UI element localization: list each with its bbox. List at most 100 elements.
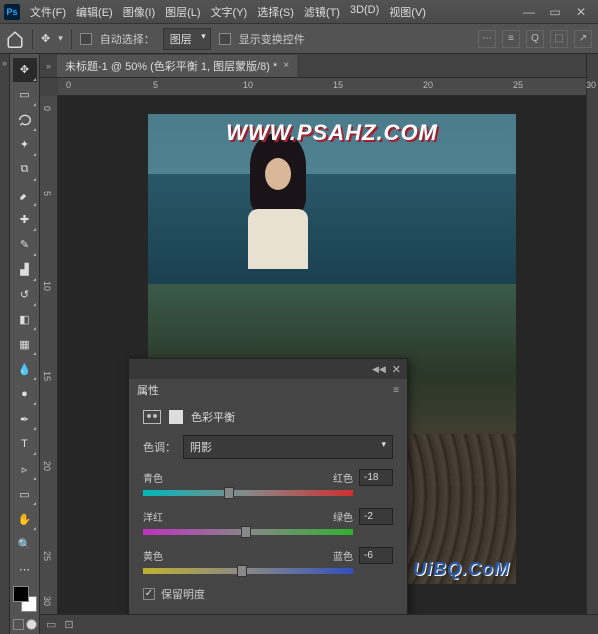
scrollbar-v[interactable] bbox=[586, 54, 598, 634]
gradient-tool[interactable]: ▦ bbox=[13, 332, 37, 356]
edit-toolbar[interactable]: ⋯ bbox=[13, 557, 37, 581]
color-swatches[interactable] bbox=[13, 586, 37, 612]
zoom-tool[interactable]: 🔍 bbox=[13, 532, 37, 556]
ruler-tick: 20 bbox=[42, 461, 52, 471]
panel-menu-icon[interactable]: ≡ bbox=[393, 385, 399, 396]
preserve-luminosity-checkbox[interactable] bbox=[143, 588, 155, 600]
ruler-horizontal: 0 5 10 15 20 25 30 bbox=[58, 78, 586, 96]
slider-thumb[interactable] bbox=[237, 565, 247, 577]
slider-thumb[interactable] bbox=[224, 487, 234, 499]
label-red: 红色 bbox=[323, 470, 353, 485]
align-icon[interactable]: ⋯ bbox=[478, 30, 496, 48]
tone-select[interactable]: 阴影 bbox=[183, 435, 393, 459]
show-transform-label: 显示变换控件 bbox=[239, 31, 305, 47]
ruler-tick: 30 bbox=[42, 596, 52, 606]
ruler-tick: 25 bbox=[513, 80, 523, 90]
ruler-vertical: 0 5 10 15 20 25 30 bbox=[40, 96, 58, 634]
slider-thumb[interactable] bbox=[241, 526, 251, 538]
adjustment-title: 色彩平衡 bbox=[191, 409, 235, 425]
shape-tool[interactable]: ▭ bbox=[13, 482, 37, 506]
3d-mode-icon[interactable]: ⬚ bbox=[550, 30, 568, 48]
home-icon[interactable] bbox=[6, 30, 24, 48]
dropdown-indicator[interactable]: ▾ bbox=[58, 33, 63, 44]
close-tab-icon[interactable]: × bbox=[283, 60, 289, 71]
maximize-button[interactable]: ▭ bbox=[542, 2, 568, 22]
value-mg[interactable]: -2 bbox=[359, 508, 393, 525]
auto-select-checkbox[interactable] bbox=[80, 33, 92, 45]
healing-tool[interactable]: ✚ bbox=[13, 208, 37, 232]
move-tool[interactable]: ✥ bbox=[13, 58, 37, 82]
tone-label: 色调： bbox=[143, 439, 177, 455]
value-cr[interactable]: -18 bbox=[359, 469, 393, 486]
panel-header[interactable]: ◀◀ ✕ bbox=[129, 359, 407, 379]
status-icon[interactable]: ▭ bbox=[46, 618, 56, 631]
options-bar: ✥ ▾ 自动选择： 图层 显示变换控件 ⋯ ≡ Q ⬚ ↗ bbox=[0, 24, 598, 54]
align-icon[interactable]: Q bbox=[526, 30, 544, 48]
label-yellow: 黄色 bbox=[143, 548, 173, 563]
collapse-panel-icon[interactable]: ◀◀ bbox=[372, 364, 386, 375]
pen-tool[interactable]: ✒ bbox=[13, 407, 37, 431]
menu-edit[interactable]: 编辑(E) bbox=[72, 2, 117, 22]
quick-mask[interactable] bbox=[13, 619, 37, 630]
hand-tool[interactable]: ✋ bbox=[13, 507, 37, 531]
brush-tool[interactable]: ✎ bbox=[13, 233, 37, 257]
collapse-icon[interactable]: » bbox=[46, 61, 51, 71]
menu-layer[interactable]: 图层(L) bbox=[161, 2, 204, 22]
stamp-tool[interactable]: ▟ bbox=[13, 258, 37, 282]
align-icons: ⋯ ≡ Q ⬚ ↗ bbox=[478, 30, 592, 48]
ruler-tick: 0 bbox=[42, 106, 52, 111]
history-brush-tool[interactable]: ↺ bbox=[13, 283, 37, 307]
ruler-tick: 15 bbox=[42, 371, 52, 381]
dodge-tool[interactable]: ● bbox=[13, 382, 37, 406]
lasso-tool[interactable] bbox=[13, 108, 37, 132]
window-controls: — ▭ ✕ bbox=[516, 2, 594, 22]
menu-type[interactable]: 文字(Y) bbox=[207, 2, 252, 22]
minimize-button[interactable]: — bbox=[516, 2, 542, 22]
properties-tab[interactable]: 属性 bbox=[137, 382, 159, 398]
color-balance-icon bbox=[143, 410, 161, 424]
align-icon[interactable]: ≡ bbox=[502, 30, 520, 48]
menu-filter[interactable]: 滤镜(T) bbox=[300, 2, 344, 22]
crop-tool[interactable]: ⧉ bbox=[13, 158, 37, 182]
ruler-tick: 5 bbox=[42, 191, 52, 196]
subject-figure bbox=[238, 134, 318, 264]
slider-track-yb[interactable] bbox=[143, 568, 353, 574]
preserve-luminosity-label: 保留明度 bbox=[161, 586, 205, 602]
watermark-text: WWW.PSAHZ.COM bbox=[148, 120, 516, 146]
menu-select[interactable]: 选择(S) bbox=[253, 2, 298, 22]
close-panel-icon[interactable]: ✕ bbox=[392, 363, 401, 376]
show-transform-checkbox[interactable] bbox=[219, 33, 231, 45]
expand-icon[interactable]: » bbox=[2, 58, 7, 634]
document-tab[interactable]: 未标题-1 @ 50% (色彩平衡 1, 图层蒙版/8) * × bbox=[57, 55, 297, 77]
canvas[interactable]: WWW.PSAHZ.COM UiBQ.CoM ◀◀ ✕ 属性 ≡ bbox=[58, 96, 586, 634]
magic-wand-tool[interactable]: ✦ bbox=[13, 133, 37, 157]
eyedropper-tool[interactable] bbox=[13, 183, 37, 207]
watermark-text-2: UiBQ.CoM bbox=[413, 559, 510, 580]
menu-image[interactable]: 图像(I) bbox=[119, 2, 159, 22]
menu-3d[interactable]: 3D(D) bbox=[346, 2, 383, 22]
close-button[interactable]: ✕ bbox=[568, 2, 594, 22]
fg-color[interactable] bbox=[13, 586, 29, 602]
type-tool[interactable]: T bbox=[13, 432, 37, 456]
path-select-tool[interactable]: ▹ bbox=[13, 457, 37, 481]
ruler-tick: 15 bbox=[333, 80, 343, 90]
panel-strip-left: » bbox=[0, 54, 10, 634]
share-icon[interactable]: ↗ bbox=[574, 30, 592, 48]
auto-select-target[interactable]: 图层 bbox=[163, 28, 211, 50]
slider-magenta-green: 洋红 绿色 -2 bbox=[143, 508, 393, 535]
marquee-tool[interactable]: ▭ bbox=[13, 83, 37, 107]
label-blue: 蓝色 bbox=[323, 548, 353, 563]
toolbar: ✥ ▭ ✦ ⧉ ✚ ✎ ▟ ↺ ◧ ▦ 💧 ● ✒ T ▹ ▭ ✋ 🔍 ⋯ bbox=[10, 54, 40, 634]
slider-track-cr[interactable] bbox=[143, 490, 353, 496]
mask-icon[interactable] bbox=[169, 410, 183, 424]
eraser-tool[interactable]: ◧ bbox=[13, 308, 37, 332]
auto-select-label: 自动选择： bbox=[100, 31, 155, 47]
titlebar: Ps 文件(F) 编辑(E) 图像(I) 图层(L) 文字(Y) 选择(S) 滤… bbox=[0, 0, 598, 24]
value-yb[interactable]: -6 bbox=[359, 547, 393, 564]
blur-tool[interactable]: 💧 bbox=[13, 357, 37, 381]
menu-view[interactable]: 视图(V) bbox=[385, 2, 430, 22]
status-icon[interactable]: ⊡ bbox=[64, 618, 73, 631]
menu-file[interactable]: 文件(F) bbox=[26, 2, 70, 22]
ruler-tick: 30 bbox=[586, 80, 596, 90]
slider-track-mg[interactable] bbox=[143, 529, 353, 535]
